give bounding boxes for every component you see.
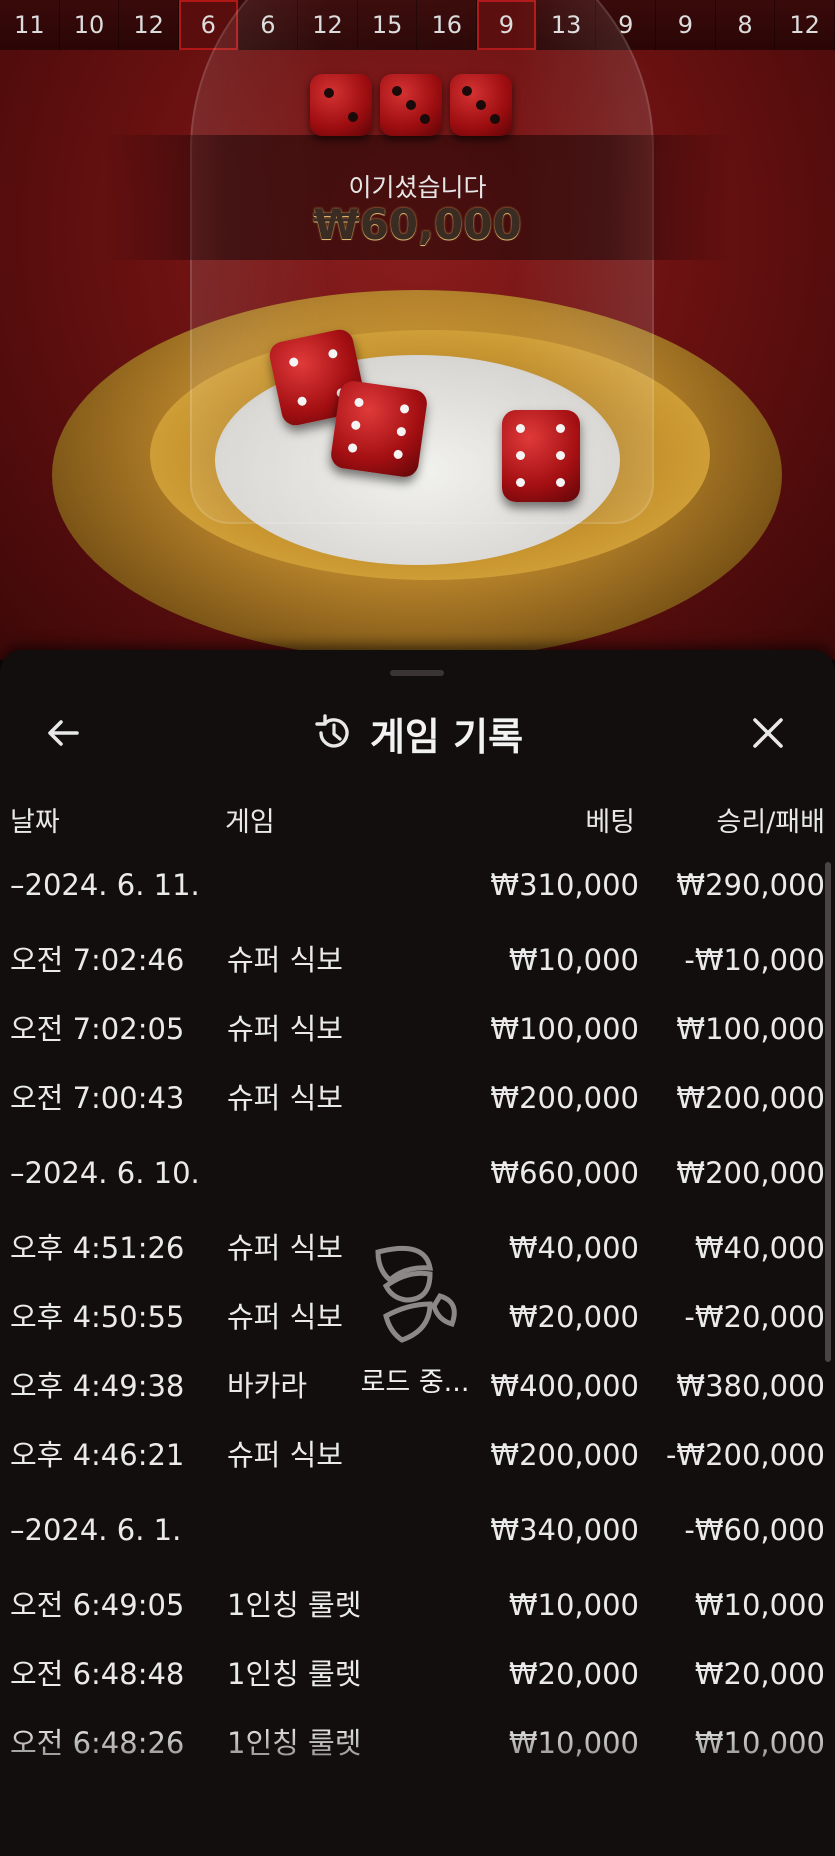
row-win-loss: ₩200,000 <box>676 1081 825 1115</box>
row-time: 오전 7:02:05 <box>10 1012 185 1046</box>
history-cell: 11 <box>0 0 60 50</box>
date-group-row[interactable]: –2024. 6. 10. ₩660,000 ₩200,000 <box>0 1150 835 1196</box>
row-bet: ₩10,000 <box>508 1726 639 1760</box>
table-die <box>502 410 580 502</box>
row-bet: ₩400,000 <box>490 1369 639 1403</box>
row-win-loss: -₩200,000 <box>665 1438 825 1472</box>
date-group-row[interactable]: –2024. 6. 11. ₩310,000 ₩290,000 <box>0 862 835 908</box>
loading-text: 로드 중... <box>360 1367 470 1398</box>
row-game: 슈퍼 식보 <box>227 943 343 977</box>
row-time: 오후 4:49:38 <box>10 1369 185 1403</box>
table-row[interactable]: 오전 6:48:26 1인칭 룰렛 ₩10,000 ₩10,000 <box>0 1720 835 1766</box>
row-date: –2024. 6. 10. <box>10 1156 200 1190</box>
result-die-3 <box>380 74 442 136</box>
loading-indicator: 로드 중... <box>330 1240 500 1398</box>
row-game: 1인칭 룰렛 <box>227 1657 362 1691</box>
result-die-2 <box>310 74 372 136</box>
row-time: 오전 6:48:26 <box>10 1726 185 1760</box>
loading-spinner-icon <box>375 1245 457 1343</box>
win-amount: ₩60,000 <box>313 200 522 249</box>
result-die-3 <box>450 74 512 136</box>
row-time: 오전 7:00:43 <box>10 1081 185 1115</box>
row-bet: ₩660,000 <box>490 1156 639 1190</box>
row-bet: ₩100,000 <box>490 1012 639 1046</box>
row-game: 슈퍼 식보 <box>227 1081 343 1115</box>
row-win-loss: ₩100,000 <box>676 1012 825 1046</box>
scrollbar[interactable] <box>825 862 831 1362</box>
row-time: 오전 7:02:46 <box>10 943 185 977</box>
table-row[interactable]: 오전 6:48:48 1인칭 룰렛 ₩20,000 ₩20,000 <box>0 1651 835 1697</box>
history-cell: 10 <box>60 0 120 50</box>
row-win-loss: ₩10,000 <box>694 1588 825 1622</box>
table-row[interactable]: 오전 6:49:05 1인칭 룰렛 ₩10,000 ₩10,000 <box>0 1582 835 1628</box>
row-bet: ₩10,000 <box>508 943 639 977</box>
table-row[interactable]: 오전 7:00:43 슈퍼 식보 ₩200,000 ₩200,000 <box>0 1075 835 1121</box>
row-time: 오후 4:46:21 <box>10 1438 185 1472</box>
row-bet: ₩200,000 <box>490 1438 639 1472</box>
row-bet: ₩20,000 <box>508 1300 639 1334</box>
row-win-loss: ₩380,000 <box>676 1369 825 1403</box>
history-cell: 12 <box>119 0 179 50</box>
row-bet: ₩310,000 <box>490 868 639 902</box>
row-time: 오전 6:48:48 <box>10 1657 185 1691</box>
game-video-area: 1110126612151691399812 이기셨습니다 ₩60,000 <box>0 0 835 660</box>
row-win-loss: ₩290,000 <box>676 868 825 902</box>
row-bet: ₩200,000 <box>490 1081 639 1115</box>
row-game: 슈퍼 식보 <box>227 1012 343 1046</box>
row-game: 슈퍼 식보 <box>227 1438 343 1472</box>
table-die <box>329 379 429 479</box>
game-history-panel: 게임 기록 날짜 게임 베팅 승리/패배 –2024. 6. 11. ₩310,… <box>0 650 835 1856</box>
row-bet: ₩340,000 <box>490 1513 639 1547</box>
table-row[interactable]: 오후 4:46:21 슈퍼 식보 ₩200,000 -₩200,000 <box>0 1432 835 1478</box>
result-dice <box>310 74 512 136</box>
row-bet: ₩10,000 <box>508 1588 639 1622</box>
row-win-loss: -₩20,000 <box>684 1300 825 1334</box>
row-win-loss: -₩10,000 <box>684 943 825 977</box>
row-time: 오후 4:50:55 <box>10 1300 185 1334</box>
row-game: 1인칭 룰렛 <box>227 1726 362 1760</box>
row-time: 오전 6:49:05 <box>10 1588 185 1622</box>
table-row[interactable]: 오전 7:02:05 슈퍼 식보 ₩100,000 ₩100,000 <box>0 1006 835 1052</box>
row-game: 슈퍼 식보 <box>227 1300 343 1334</box>
win-label: 이기셨습니다 <box>348 173 487 202</box>
row-win-loss: ₩40,000 <box>694 1231 825 1265</box>
row-date: –2024. 6. 11. <box>10 868 200 902</box>
row-game: 1인칭 룰렛 <box>227 1588 362 1622</box>
row-bet: ₩20,000 <box>508 1657 639 1691</box>
date-group-row[interactable]: –2024. 6. 1. ₩340,000 -₩60,000 <box>0 1507 835 1553</box>
table-row[interactable]: 오전 7:02:46 슈퍼 식보 ₩10,000 -₩10,000 <box>0 937 835 983</box>
row-date: –2024. 6. 1. <box>10 1513 182 1547</box>
row-game: 바카라 <box>227 1369 308 1403</box>
row-win-loss: ₩10,000 <box>694 1726 825 1760</box>
history-cell: 9 <box>656 0 716 50</box>
row-time: 오후 4:51:26 <box>10 1231 185 1265</box>
history-cell: 8 <box>716 0 776 50</box>
row-bet: ₩40,000 <box>508 1231 639 1265</box>
row-win-loss: -₩60,000 <box>684 1513 825 1547</box>
row-game: 슈퍼 식보 <box>227 1231 343 1265</box>
row-win-loss: ₩200,000 <box>676 1156 825 1190</box>
row-win-loss: ₩20,000 <box>694 1657 825 1691</box>
history-cell: 12 <box>775 0 835 50</box>
